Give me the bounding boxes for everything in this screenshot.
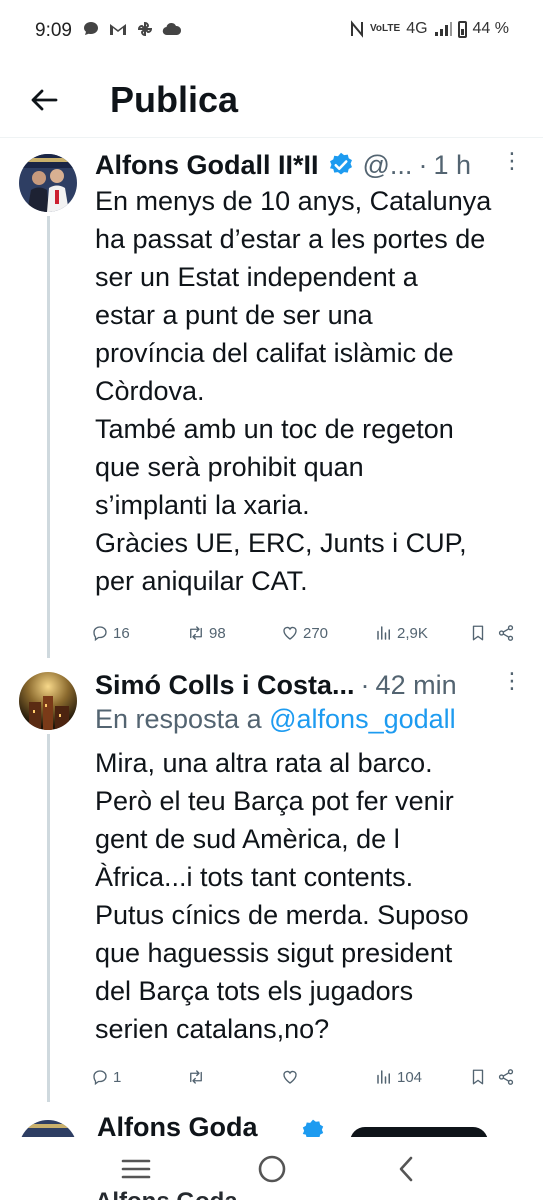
like-button[interactable]: 270 bbox=[281, 624, 328, 642]
status-time: 9:09 bbox=[35, 20, 72, 41]
heart-icon bbox=[283, 626, 297, 640]
bookmark-icon bbox=[472, 625, 484, 641]
reply-handle-link[interactable]: @alfons_godall bbox=[269, 704, 456, 734]
tweet-header: Alfons Godall II*II @... · 1 h ⋮ bbox=[95, 148, 523, 182]
thread-line bbox=[47, 734, 50, 1102]
tweet-text: En menys de 10 anys, Catalunya ha passat… bbox=[95, 186, 492, 596]
back-nav-button[interactable] bbox=[386, 1151, 426, 1187]
views-chart-icon bbox=[377, 1070, 390, 1084]
reply-count: 16 bbox=[113, 624, 130, 642]
tweet-actions: 1 104 bbox=[91, 1068, 521, 1092]
network-label: 4G bbox=[406, 20, 428, 37]
back-button[interactable] bbox=[24, 80, 64, 120]
repost-button[interactable] bbox=[187, 1068, 209, 1086]
tweet-actions: 16 98 270 2,9K bbox=[91, 624, 521, 648]
thread-line bbox=[47, 216, 50, 658]
view-count: 104 bbox=[397, 1068, 423, 1086]
tweet-time[interactable]: 42 min bbox=[376, 670, 457, 701]
reply-count: 1 bbox=[113, 1068, 122, 1086]
bookmark-button[interactable] bbox=[469, 624, 487, 642]
author-name[interactable]: Alfons Godall II*II bbox=[95, 150, 319, 181]
tweet-text: Mira, una altra rata al barco. Però el t… bbox=[95, 748, 469, 1044]
tweet-time[interactable]: 1 h bbox=[433, 150, 471, 181]
battery-percent: 44 % bbox=[472, 20, 509, 37]
avatar-photo bbox=[19, 672, 77, 730]
recents-button[interactable] bbox=[116, 1151, 156, 1187]
reply-button[interactable]: 1 bbox=[91, 1068, 121, 1086]
arrow-left-icon bbox=[31, 89, 58, 111]
views-button[interactable]: 104 bbox=[375, 1068, 422, 1086]
avatar-photo bbox=[19, 154, 77, 212]
repost-button[interactable]: 98 bbox=[187, 624, 226, 642]
avatar[interactable] bbox=[19, 672, 77, 730]
repost-icon bbox=[190, 626, 202, 640]
like-button[interactable] bbox=[281, 1068, 303, 1086]
pinwheel-icon bbox=[137, 21, 153, 37]
separator-dot: · bbox=[418, 149, 428, 180]
views-chart-icon bbox=[377, 626, 390, 640]
share-icon bbox=[498, 625, 514, 641]
status-bar: 9:09 VoLTE 4G 44 % bbox=[0, 0, 543, 60]
page-title: Publica bbox=[110, 79, 239, 120]
battery-icon bbox=[457, 20, 467, 38]
tweet-main[interactable]: Alfons Godall II*II @... · 1 h ⋮ En meny… bbox=[0, 138, 543, 658]
home-circle-icon bbox=[258, 1155, 286, 1183]
more-options-icon[interactable]: ⋮ bbox=[499, 668, 523, 694]
reply-button[interactable]: 16 bbox=[91, 624, 130, 642]
bookmark-button[interactable] bbox=[469, 1068, 487, 1086]
notification-icons bbox=[82, 20, 182, 38]
tweet-reply[interactable]: Simó Colls i Costa... · 42 min ⋮ En resp… bbox=[0, 662, 543, 1102]
views-button[interactable]: 2,9K bbox=[375, 624, 428, 642]
system-indicators: VoLTE 4G 44 % bbox=[350, 20, 509, 38]
more-options-icon[interactable]: ⋮ bbox=[499, 148, 523, 174]
reply-icon bbox=[93, 1070, 107, 1086]
top-app-bar: Publica bbox=[0, 60, 543, 138]
author-handle[interactable]: @... bbox=[363, 150, 413, 181]
reply-icon bbox=[93, 626, 107, 642]
repost-count: 98 bbox=[209, 624, 226, 642]
reply-context: En resposta a @alfons_godall bbox=[95, 704, 456, 735]
author-name[interactable]: Simó Colls i Costa... bbox=[95, 670, 355, 701]
nfc-icon bbox=[351, 20, 363, 38]
verified-badge-icon bbox=[329, 152, 352, 175]
tweet-header: Simó Colls i Costa... · 42 min ⋮ bbox=[95, 668, 523, 702]
recent-apps-icon bbox=[121, 1159, 151, 1179]
reply-prefix: En resposta a bbox=[95, 704, 270, 734]
heart-icon bbox=[283, 1070, 297, 1084]
share-button[interactable] bbox=[497, 1068, 515, 1086]
repost-icon bbox=[190, 1070, 202, 1084]
separator-dot: · bbox=[360, 669, 370, 700]
signal-icon bbox=[434, 22, 452, 36]
chevron-left-icon bbox=[399, 1156, 413, 1182]
chat-bubble-icon bbox=[84, 22, 98, 35]
bookmark-icon bbox=[472, 1069, 484, 1085]
system-nav-bar bbox=[0, 1137, 543, 1200]
gmail-icon bbox=[110, 24, 126, 35]
volte-label: VoLTE bbox=[370, 23, 401, 34]
like-count: 270 bbox=[303, 624, 329, 642]
author-name: Alfons Goda bbox=[95, 1188, 238, 1200]
view-count: 2,9K bbox=[397, 624, 428, 642]
share-icon bbox=[498, 1069, 514, 1085]
share-button[interactable] bbox=[497, 624, 515, 642]
avatar[interactable] bbox=[19, 154, 77, 212]
cloud-icon bbox=[162, 22, 182, 36]
home-button[interactable] bbox=[252, 1151, 292, 1187]
